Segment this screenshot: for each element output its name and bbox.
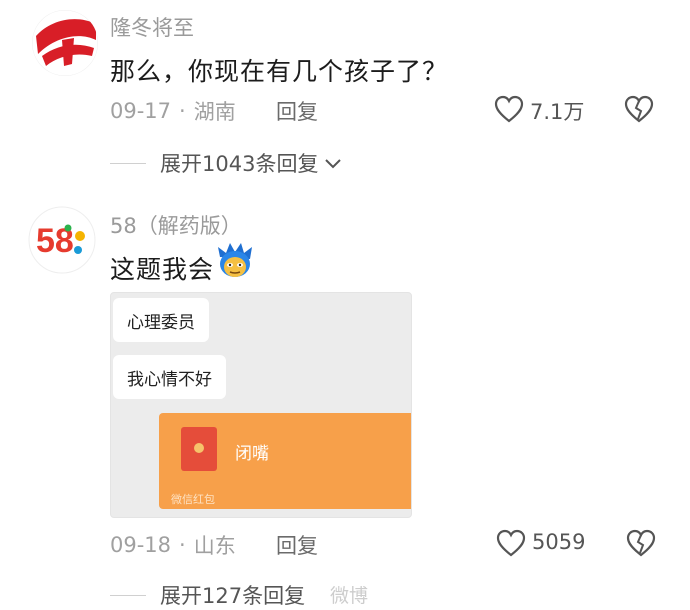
dislike-broken-heart-icon[interactable] bbox=[624, 95, 654, 123]
emoji-face-icon bbox=[216, 243, 254, 279]
divider-line bbox=[110, 594, 146, 596]
comment-image[interactable]: 心理委员 我心情不好 闭嘴 微信红包 bbox=[110, 292, 412, 518]
expand-replies-button[interactable]: 展开127条回复 bbox=[110, 580, 305, 610]
expand-replies-button[interactable]: 展开1043条回复 bbox=[110, 148, 342, 178]
chat-bubble: 心理委员 bbox=[113, 298, 209, 342]
watermark: 微博 bbox=[330, 585, 369, 607]
comment-location: 湖南 bbox=[193, 100, 236, 124]
red-packet-icon bbox=[181, 427, 217, 471]
red-packet-card: 闭嘴 微信红包 bbox=[159, 413, 411, 509]
comment-meta: 09-17 · 湖南 bbox=[110, 96, 236, 126]
username[interactable]: 隆冬将至 bbox=[110, 12, 194, 42]
reply-button[interactable]: 回复 bbox=[276, 96, 318, 126]
comment-location: 山东 bbox=[193, 534, 236, 558]
chevron-down-icon bbox=[324, 151, 342, 175]
like-count: 5059 bbox=[532, 530, 586, 554]
red-packet-title: 闭嘴 bbox=[235, 444, 269, 464]
red-packet-footer: 微信红包 bbox=[171, 493, 215, 506]
like-heart-icon[interactable] bbox=[496, 529, 526, 557]
comment-text: 那么，你现在有几个孩子了？ bbox=[110, 57, 449, 86]
expand-replies-label: 展开1043条回复 bbox=[160, 152, 319, 176]
chat-bubble: 我心情不好 bbox=[113, 355, 226, 399]
comment-text: 这题我会 bbox=[110, 255, 215, 284]
comment-date: 09-18 bbox=[110, 533, 172, 557]
avatar[interactable] bbox=[32, 10, 98, 76]
separator-dot: · bbox=[179, 533, 186, 557]
like-count: 7.1万 bbox=[530, 100, 585, 124]
separator-dot: · bbox=[179, 99, 186, 123]
brand-logo-icon bbox=[32, 10, 98, 76]
comment-date: 09-17 bbox=[110, 99, 172, 123]
comment-meta: 09-18 · 山东 bbox=[110, 530, 236, 560]
username[interactable]: 58（解药版） bbox=[110, 210, 242, 240]
dislike-broken-heart-icon[interactable] bbox=[626, 529, 656, 557]
divider-line bbox=[110, 162, 146, 164]
avatar[interactable]: 58 bbox=[28, 206, 96, 274]
reply-button[interactable]: 回复 bbox=[276, 530, 318, 560]
expand-replies-label: 展开127条回复 bbox=[160, 584, 306, 608]
brand-logo-icon: 58 bbox=[28, 206, 96, 274]
like-heart-icon[interactable] bbox=[494, 95, 524, 123]
